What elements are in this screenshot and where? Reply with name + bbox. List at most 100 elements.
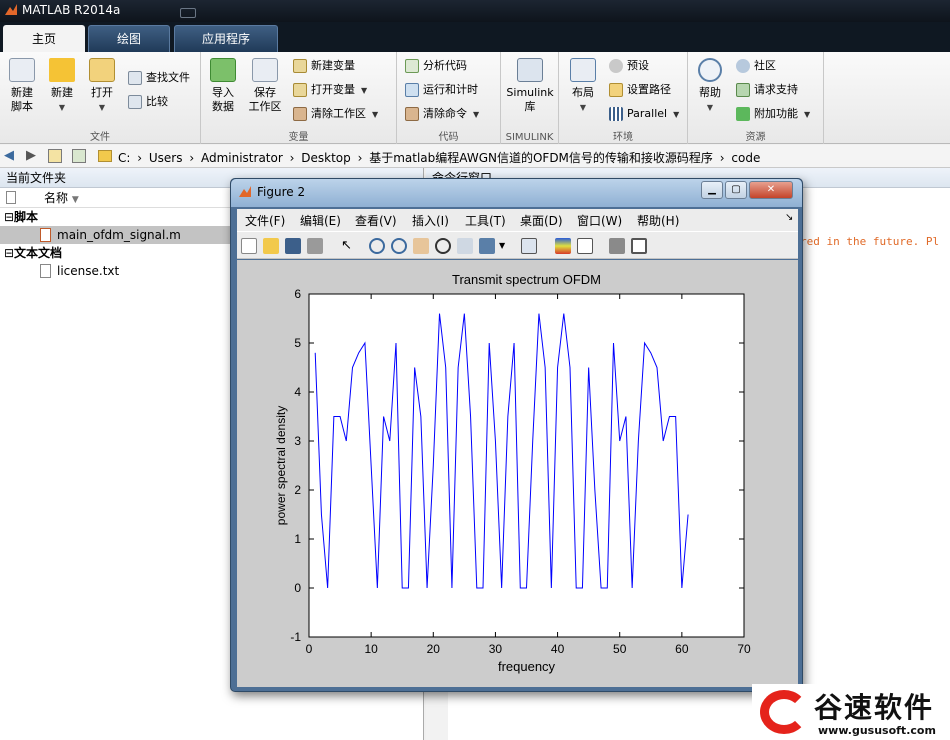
- import-data-button[interactable]: 导入 数据: [203, 58, 243, 114]
- gusu-logo-icon: [760, 690, 808, 734]
- find-files-button[interactable]: 查找文件: [128, 68, 190, 88]
- parallel-button[interactable]: Parallel ▼: [609, 104, 679, 124]
- clear-workspace-button[interactable]: 清除工作区 ▼: [293, 104, 378, 124]
- menu-tools[interactable]: 工具(T): [465, 212, 506, 229]
- menu-file[interactable]: 文件(F): [245, 212, 285, 229]
- zoom-out-icon[interactable]: [391, 238, 407, 254]
- tab-home[interactable]: 主页: [3, 25, 85, 52]
- breadcrumb-item[interactable]: C:: [118, 151, 130, 165]
- chevron-down-icon[interactable]: ▼: [499, 238, 515, 254]
- figure-title-bar[interactable]: Figure 2 ▁ ▢ ✕: [231, 179, 802, 207]
- chevron-down-icon: ▼: [473, 110, 480, 119]
- layout-button[interactable]: 布局 ▼: [563, 58, 603, 115]
- menu-window[interactable]: 窗口(W): [577, 212, 622, 229]
- analyze-code-button[interactable]: 分析代码: [405, 56, 467, 76]
- zoom-in-icon[interactable]: [369, 238, 385, 254]
- breadcrumb[interactable]: C: › Users › Administrator › Desktop › 基…: [118, 149, 763, 166]
- x-tick-label: 30: [489, 642, 503, 656]
- forward-arrow-icon[interactable]: ▶: [26, 148, 36, 163]
- browse-folder-icon[interactable]: [72, 149, 86, 163]
- collapse-icon[interactable]: ⊟: [4, 208, 14, 226]
- save-workspace-button[interactable]: 保存 工作区: [245, 58, 285, 114]
- menu-edit[interactable]: 编辑(E): [300, 212, 341, 229]
- menu-desktop[interactable]: 桌面(D): [520, 212, 563, 229]
- new-button[interactable]: 新建 ▼: [42, 58, 82, 115]
- tab-plots[interactable]: 绘图: [88, 25, 170, 52]
- y-axis-label: power spectral density: [274, 406, 288, 525]
- name-column-label: 名称: [44, 191, 69, 205]
- new-variable-label: 新建变量: [311, 59, 355, 72]
- chevron-down-icon: ▼: [58, 103, 66, 112]
- simulink-library-icon: [517, 58, 543, 82]
- tab-apps[interactable]: 应用程序: [174, 25, 278, 52]
- legend-icon[interactable]: [577, 238, 593, 254]
- dock-arrow-icon[interactable]: ↘: [785, 212, 793, 223]
- simulink-library-button[interactable]: Simulink 库: [503, 58, 557, 114]
- clear-workspace-icon: [293, 107, 307, 121]
- chevron-down-icon: ▼: [579, 103, 587, 112]
- import-data-icon: [210, 58, 236, 82]
- back-arrow-icon[interactable]: ◀: [4, 148, 14, 163]
- chart-title: Transmit spectrum OFDM: [452, 272, 601, 287]
- add-ons-button[interactable]: 附加功能 ▼: [736, 104, 810, 124]
- import-data-label: 导入 数据: [212, 86, 234, 113]
- hide-plot-tools-icon[interactable]: [609, 238, 625, 254]
- chevron-down-icon: ▼: [804, 110, 811, 119]
- find-files-icon: [128, 71, 142, 85]
- print-icon[interactable]: [307, 238, 323, 254]
- new-figure-icon[interactable]: [241, 238, 257, 254]
- section-code: 分析代码 运行和计时 清除命令 ▼ 代码: [397, 52, 501, 144]
- gear-icon: [609, 59, 623, 73]
- parallel-label: Parallel: [627, 107, 668, 120]
- community-button[interactable]: 社区: [736, 56, 776, 76]
- data-cursor-icon[interactable]: [457, 238, 473, 254]
- collapse-icon[interactable]: ⊟: [4, 244, 14, 262]
- save-icon[interactable]: [285, 238, 301, 254]
- pointer-icon[interactable]: ↖: [341, 238, 357, 254]
- minimize-button[interactable]: ▁: [701, 181, 723, 199]
- sort-arrow-icon: ▼: [71, 195, 79, 205]
- breadcrumb-item[interactable]: Administrator: [201, 151, 283, 165]
- help-button[interactable]: 帮助 ▼: [690, 58, 730, 115]
- up-folder-icon[interactable]: [48, 149, 62, 163]
- rotate-3d-icon[interactable]: [435, 238, 451, 254]
- menu-view[interactable]: 查看(V): [355, 212, 397, 229]
- breadcrumb-item[interactable]: Desktop: [301, 151, 351, 165]
- menu-insert[interactable]: 插入(I): [412, 212, 449, 229]
- preferences-button[interactable]: 预设: [609, 56, 649, 76]
- new-script-button[interactable]: 新建 脚本: [2, 58, 42, 114]
- clear-workspace-label: 清除工作区: [311, 107, 366, 120]
- link-plot-icon[interactable]: [521, 238, 537, 254]
- menu-help[interactable]: 帮助(H): [637, 212, 679, 229]
- colorbar-icon[interactable]: [555, 238, 571, 254]
- run-and-time-button[interactable]: 运行和计时: [405, 80, 478, 100]
- chevron-down-icon: ▼: [673, 110, 680, 119]
- find-files-label: 查找文件: [146, 71, 190, 84]
- preferences-label: 预设: [627, 59, 649, 72]
- request-support-button[interactable]: 请求支持: [736, 80, 798, 100]
- breadcrumb-item[interactable]: 基于matlab编程AWGN信道的OFDM信号的传输和接收源码程序: [369, 151, 713, 165]
- chevron-down-icon: ▼: [372, 110, 379, 119]
- open-variable-button[interactable]: 打开变量 ▼: [293, 80, 367, 100]
- show-plot-tools-icon[interactable]: [631, 238, 647, 254]
- figure-menu-bar: 文件(F) 编辑(E) 查看(V) 插入(I) 工具(T) 桌面(D) 窗口(W…: [237, 209, 798, 231]
- ribbon-tab-bar: 主页 绘图 应用程序: [0, 22, 950, 52]
- new-variable-button[interactable]: 新建变量: [293, 56, 355, 76]
- clear-commands-button[interactable]: 清除命令 ▼: [405, 104, 479, 124]
- compare-button[interactable]: 比较: [128, 92, 168, 112]
- maximize-button[interactable]: ▢: [725, 181, 747, 199]
- open-button[interactable]: 打开 ▼: [82, 58, 122, 115]
- pan-hand-icon[interactable]: [413, 238, 429, 254]
- command-output-text: red in the future. Pl: [800, 235, 940, 248]
- close-button[interactable]: ✕: [749, 181, 793, 199]
- breadcrumb-item[interactable]: Users: [149, 151, 183, 165]
- brush-icon[interactable]: [479, 238, 495, 254]
- y-tick-label: 3: [294, 434, 301, 448]
- help-label: 帮助: [699, 86, 721, 99]
- open-file-icon[interactable]: [263, 238, 279, 254]
- breadcrumb-item[interactable]: code: [731, 151, 760, 165]
- open-label: 打开: [91, 86, 113, 99]
- open-variable-icon: [293, 83, 307, 97]
- set-path-button[interactable]: 设置路径: [609, 80, 671, 100]
- y-tick-label: 6: [294, 287, 301, 301]
